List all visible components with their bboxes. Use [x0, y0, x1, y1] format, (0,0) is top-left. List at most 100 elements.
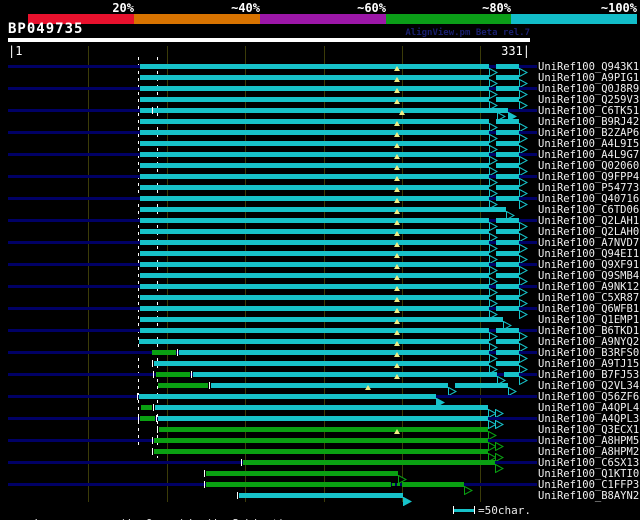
- alignment-bar[interactable]: [154, 438, 488, 443]
- alignment-bar[interactable]: [140, 141, 489, 146]
- hit-label[interactable]: UniRef100_Q40716: [538, 193, 639, 205]
- hit-label[interactable]: UniRef100_Q56ZF6: [538, 391, 639, 403]
- alignment-bar[interactable]: [155, 405, 488, 410]
- alignment-bar[interactable]: [496, 86, 519, 91]
- hit-label[interactable]: UniRef100_Q3ECX1: [538, 424, 639, 436]
- alignment-bar[interactable]: [496, 163, 519, 168]
- hit-label[interactable]: UniRef100_B2ZAP6: [538, 127, 639, 139]
- alignment-bar[interactable]: [496, 295, 519, 300]
- alignment-bar[interactable]: [211, 383, 448, 388]
- hit-label[interactable]: UniRef100_C6SX13: [538, 457, 639, 469]
- alignment-bar[interactable]: [140, 207, 506, 212]
- alignment-bar[interactable]: [156, 372, 190, 377]
- hit-label[interactable]: UniRef100_A8HPM2: [538, 446, 639, 458]
- alignment-bar[interactable]: [496, 328, 519, 333]
- hit-label[interactable]: UniRef100_A7NVD7: [538, 237, 639, 249]
- hit-label[interactable]: UniRef100_Q259V3: [538, 94, 639, 106]
- alignment-bar[interactable]: [496, 174, 519, 179]
- hit-label[interactable]: UniRef100_P54773: [538, 182, 639, 194]
- alignment-bar[interactable]: [140, 328, 489, 333]
- alignment-bar[interactable]: [154, 449, 488, 454]
- alignment-bar[interactable]: [140, 97, 489, 102]
- alignment-bar[interactable]: [140, 75, 489, 80]
- alignment-bar[interactable]: [140, 218, 489, 223]
- alignment-bar[interactable]: [496, 273, 519, 278]
- alignment-bar[interactable]: [140, 86, 489, 91]
- alignment-bar[interactable]: [140, 174, 489, 179]
- alignment-bar[interactable]: [496, 240, 519, 245]
- alignment-bar[interactable]: [140, 130, 489, 135]
- alignment-bar[interactable]: [496, 196, 519, 201]
- alignment-bar[interactable]: [140, 163, 489, 168]
- alignment-bar[interactable]: [193, 372, 497, 377]
- alignment-bar[interactable]: [140, 240, 489, 245]
- hit-label[interactable]: UniRef100_Q2VL34: [538, 380, 639, 392]
- alignment-bar[interactable]: [496, 361, 519, 366]
- hit-label[interactable]: UniRef100_Q2LAH0: [538, 226, 639, 238]
- hit-label[interactable]: UniRef100_A8HPM5: [538, 435, 639, 447]
- alignment-bar[interactable]: [496, 339, 519, 344]
- alignment-bar[interactable]: [179, 350, 489, 355]
- hit-label[interactable]: UniRef100_A9NK12: [538, 281, 639, 293]
- alignment-bar[interactable]: [496, 130, 519, 135]
- alignment-bar[interactable]: [496, 141, 519, 146]
- alignment-bar[interactable]: [496, 218, 519, 223]
- alignment-bar[interactable]: [496, 229, 519, 234]
- hit-label[interactable]: UniRef100_B9RJ42: [538, 116, 639, 128]
- alignment-bar[interactable]: [140, 273, 489, 278]
- alignment-bar[interactable]: [140, 284, 489, 289]
- alignment-bar[interactable]: [140, 229, 489, 234]
- hit-label[interactable]: UniRef100_A4QPL3: [538, 413, 639, 425]
- hit-label[interactable]: UniRef100_Q94EI1: [538, 248, 639, 260]
- hit-label[interactable]: UniRef100_Q1EMP1: [538, 314, 639, 326]
- hit-label[interactable]: UniRef100_C5XR87: [538, 292, 639, 304]
- alignment-bar[interactable]: [239, 493, 403, 498]
- alignment-bar[interactable]: [139, 394, 436, 399]
- alignment-bar[interactable]: [139, 339, 489, 344]
- alignment-bar[interactable]: [496, 185, 519, 190]
- hit-label[interactable]: UniRef100_Q9XF91: [538, 259, 639, 271]
- hit-label[interactable]: UniRef100_B8AYN2: [538, 490, 639, 502]
- hit-label[interactable]: UniRef100_Q0J8R9: [538, 83, 639, 95]
- hit-label[interactable]: UniRef100_A4QPL4: [538, 402, 639, 414]
- alignment-bar[interactable]: [140, 196, 489, 201]
- alignment-bar[interactable]: [496, 97, 519, 102]
- hit-label[interactable]: UniRef100_Q6WFB1: [538, 303, 639, 315]
- alignment-bar[interactable]: [206, 471, 398, 476]
- alignment-bar[interactable]: [152, 350, 176, 355]
- alignment-bar[interactable]: [206, 482, 391, 487]
- hit-label[interactable]: UniRef100_Q9FPP4: [538, 171, 639, 183]
- alignment-bar[interactable]: [140, 64, 489, 69]
- alignment-bar[interactable]: [140, 251, 489, 256]
- hit-label[interactable]: UniRef100_Q02060: [538, 160, 639, 172]
- alignment-bar[interactable]: [140, 306, 489, 311]
- alignment-bar[interactable]: [496, 251, 519, 256]
- alignment-bar[interactable]: [496, 75, 519, 80]
- alignment-bar[interactable]: [496, 64, 519, 69]
- alignment-bar[interactable]: [154, 361, 489, 366]
- alignment-bar[interactable]: [402, 482, 464, 487]
- alignment-bar[interactable]: [158, 416, 488, 421]
- alignment-bar[interactable]: [140, 416, 155, 421]
- hit-label[interactable]: UniRef100_B3RFS0: [538, 347, 639, 359]
- alignment-bar[interactable]: [141, 405, 152, 410]
- alignment-bar[interactable]: [140, 108, 508, 113]
- hit-label[interactable]: UniRef100_C1FFP3: [538, 479, 639, 491]
- alignment-bar[interactable]: [496, 284, 519, 289]
- alignment-bar[interactable]: [159, 427, 488, 432]
- hit-label[interactable]: UniRef100_Q9SMB4: [538, 270, 639, 282]
- hit-label[interactable]: UniRef100_A9PIG1: [538, 72, 639, 84]
- hit-label[interactable]: UniRef100_A4L9G7: [538, 149, 639, 161]
- hit-label[interactable]: UniRef100_Q2LAH1: [538, 215, 639, 227]
- hit-label[interactable]: UniRef100_B7FJ53: [538, 369, 639, 381]
- alignment-bar[interactable]: [496, 262, 519, 267]
- alignment-bar[interactable]: [140, 185, 489, 190]
- hit-label[interactable]: UniRef100_C6TD06: [538, 204, 639, 216]
- alignment-bar[interactable]: [140, 262, 489, 267]
- alignment-bar[interactable]: [140, 295, 489, 300]
- alignment-bar[interactable]: [158, 383, 208, 388]
- hit-label[interactable]: UniRef100_B6TKD1: [538, 325, 639, 337]
- alignment-bar[interactable]: [140, 317, 503, 322]
- alignment-bar[interactable]: [504, 372, 519, 377]
- hit-label[interactable]: UniRef100_A9TJ15: [538, 358, 639, 370]
